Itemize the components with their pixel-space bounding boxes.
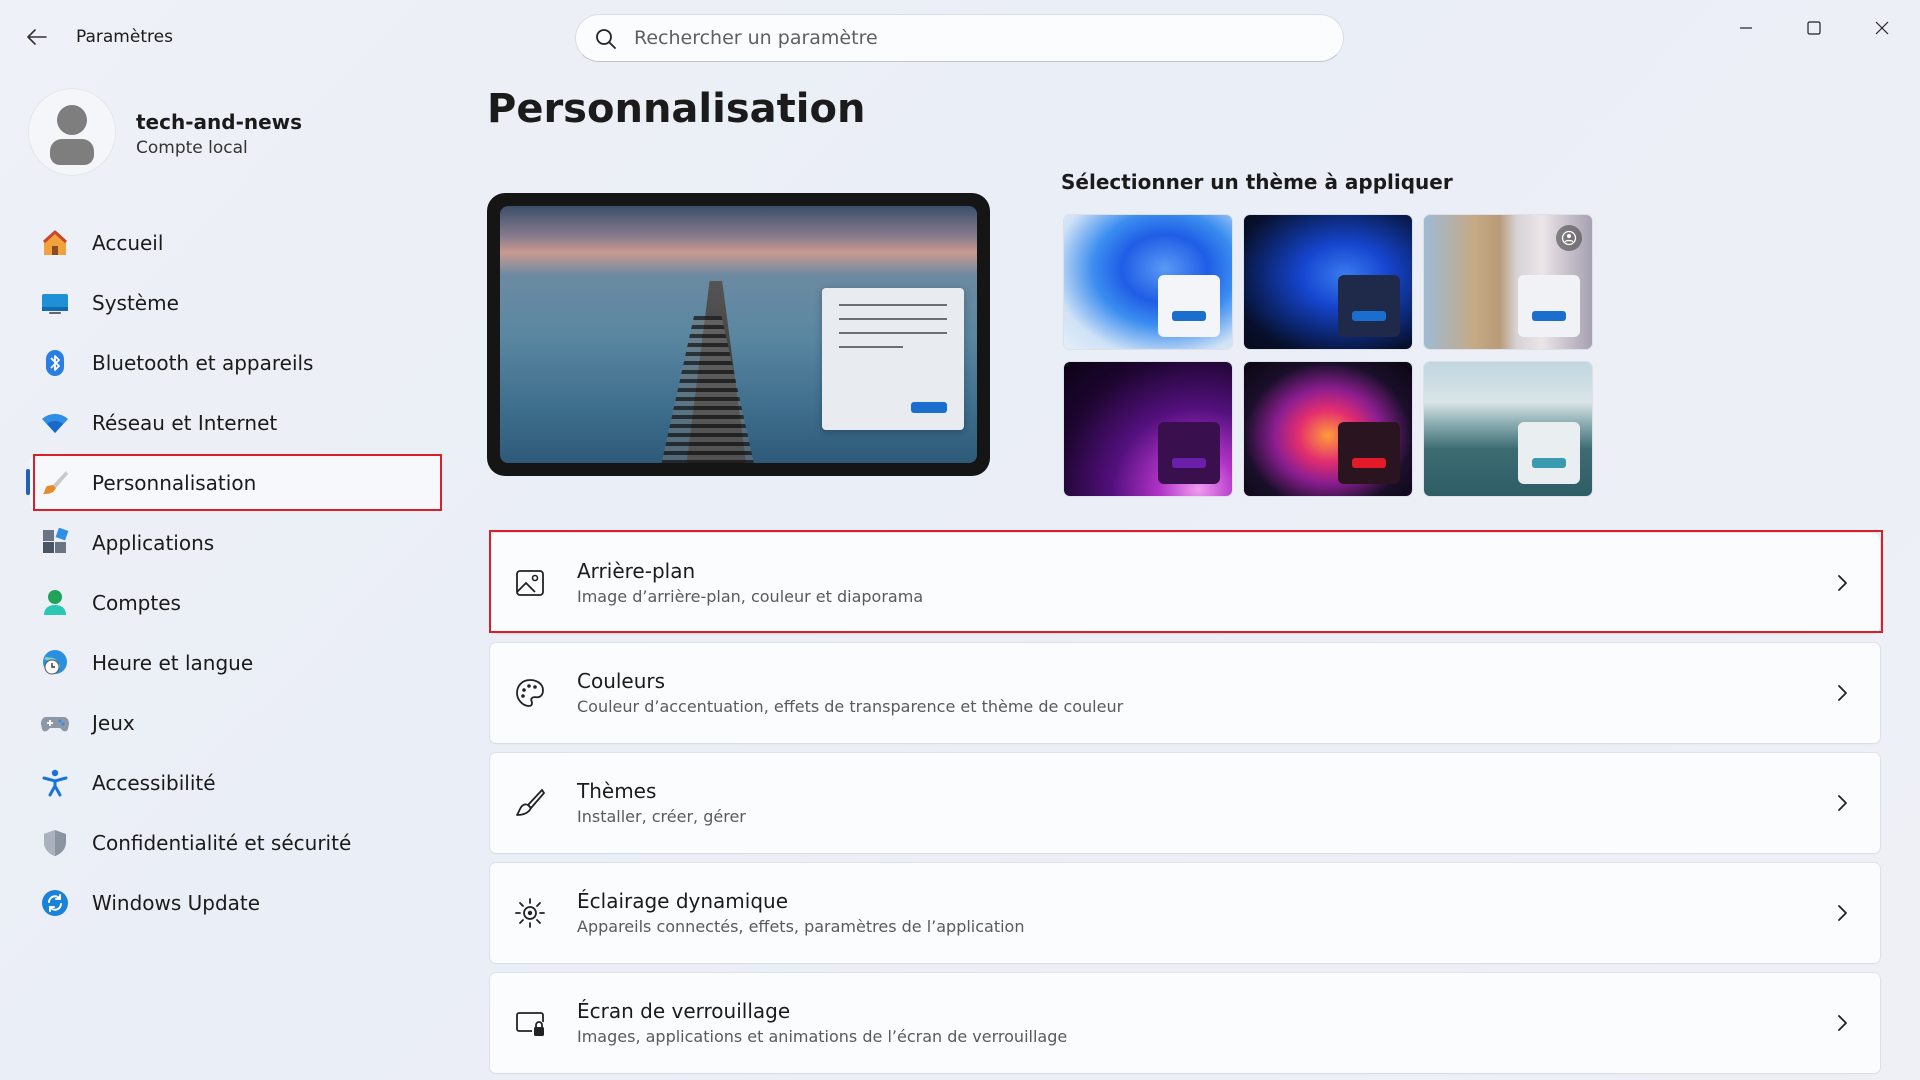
sidebar-item-label: Bluetooth et appareils — [92, 351, 314, 375]
spotlight-icon — [1556, 225, 1582, 251]
theme-captured-motion[interactable] — [1244, 362, 1412, 496]
chevron-right-icon — [1838, 905, 1847, 921]
settings-cards: Arrière-plan Image d’arrière-plan, coule… — [490, 533, 1880, 1080]
sidebar-item-label: Accessibilité — [92, 771, 216, 795]
minimize-button[interactable] — [1718, 8, 1774, 48]
sidebar-item-reseau[interactable]: Réseau et Internet — [30, 394, 442, 450]
theme-glow[interactable] — [1064, 362, 1232, 496]
theme-windows-light[interactable] — [1064, 215, 1232, 349]
card-ecran-verrouillage[interactable]: Écran de verrouillage Images, applicatio… — [490, 973, 1880, 1073]
minimize-icon — [1740, 27, 1752, 29]
card-title: Écran de verrouillage — [577, 999, 791, 1023]
chevron-right-icon — [1838, 685, 1847, 701]
sidebar-item-label: Réseau et Internet — [92, 411, 278, 435]
search-icon — [596, 29, 616, 49]
card-title: Arrière-plan — [577, 559, 696, 583]
card-subtitle: Images, applications et animations de l’… — [577, 1027, 1068, 1046]
apps-icon — [43, 528, 69, 553]
chevron-right-icon — [1838, 795, 1847, 811]
sidebar-item-label: Accueil — [92, 231, 164, 255]
theme-grid — [1064, 215, 1592, 497]
preview-window-mock — [822, 288, 964, 430]
card-title: Couleurs — [577, 669, 666, 693]
home-icon — [42, 230, 68, 255]
sidebar-item-label: Comptes — [92, 591, 181, 615]
back-button[interactable] — [20, 20, 54, 54]
card-themes[interactable]: Thèmes Installer, créer, gérer — [490, 753, 1880, 853]
close-button[interactable] — [1854, 8, 1910, 48]
title-bar: Paramètres — [0, 0, 1920, 76]
sidebar-item-heure-langue[interactable]: Heure et langue — [30, 634, 442, 690]
sidebar-item-systeme[interactable]: Système — [30, 274, 442, 330]
sidebar-nav: Accueil Système Bluetooth et appareils R… — [26, 214, 442, 934]
sidebar-item-confidentialite[interactable]: Confidentialité et sécurité — [30, 814, 442, 870]
themes-heading: Sélectionner un thème à appliquer — [1061, 170, 1453, 194]
profile-name: tech-and-news — [136, 110, 303, 134]
globe-clock-icon — [43, 650, 67, 675]
card-subtitle: Appareils connectés, effets, paramètres … — [577, 917, 1025, 936]
theme-flow[interactable] — [1424, 362, 1592, 496]
card-subtitle: Couleur d’accentuation, effets de transp… — [577, 697, 1124, 716]
card-title: Thèmes — [577, 779, 657, 803]
theme-spotlight[interactable] — [1424, 215, 1592, 349]
close-icon — [1875, 21, 1889, 35]
card-couleurs[interactable]: Couleurs Couleur d’accentuation, effets … — [490, 643, 1880, 743]
shield-icon — [44, 830, 66, 856]
theme-preview — [487, 193, 990, 476]
card-subtitle: Installer, créer, gérer — [577, 807, 746, 826]
person-icon — [44, 590, 66, 615]
update-icon — [42, 890, 68, 916]
sidebar-item-label: Applications — [92, 531, 215, 555]
sidebar-item-label: Jeux — [92, 711, 135, 735]
profile-account-type: Compte local — [136, 138, 248, 158]
sidebar-item-label: Système — [92, 291, 179, 315]
settings-window: Paramètres tech-and-news Compte local — [0, 0, 1920, 1080]
card-subtitle: Image d’arrière-plan, couleur et diapora… — [577, 587, 924, 606]
card-arriere-plan[interactable]: Arrière-plan Image d’arrière-plan, coule… — [490, 533, 1880, 633]
accessibility-icon — [42, 769, 68, 797]
page-title: Personnalisation — [487, 86, 866, 132]
sidebar-item-accessibilite[interactable]: Accessibilité — [30, 754, 442, 810]
search-box[interactable] — [575, 14, 1344, 62]
card-title: Éclairage dynamique — [577, 889, 789, 913]
chevron-right-icon — [1838, 1015, 1847, 1031]
app-title: Paramètres — [76, 27, 173, 47]
sidebar-item-comptes[interactable]: Comptes — [30, 574, 442, 630]
monitor-icon — [42, 294, 68, 314]
avatar — [28, 88, 116, 176]
brush-icon — [516, 789, 545, 816]
palette-icon — [516, 679, 544, 707]
sidebar-item-applications[interactable]: Applications — [30, 514, 442, 570]
wallpaper-preview — [500, 206, 977, 463]
sidebar-item-bluetooth[interactable]: Bluetooth et appareils — [30, 334, 442, 390]
image-icon — [516, 570, 544, 596]
user-profile[interactable]: tech-and-news Compte local — [28, 88, 428, 180]
bluetooth-icon — [46, 350, 64, 376]
card-eclairage-dynamique[interactable]: Éclairage dynamique Appareils connectés,… — [490, 863, 1880, 963]
lighting-icon — [515, 898, 545, 928]
chevron-right-icon — [1838, 575, 1847, 591]
gamepad-icon — [41, 717, 69, 732]
sidebar-item-accueil[interactable]: Accueil — [30, 214, 442, 270]
search-input[interactable] — [634, 23, 1314, 53]
wifi-icon — [42, 413, 68, 433]
brush-icon — [43, 471, 68, 494]
theme-windows-dark[interactable] — [1244, 215, 1412, 349]
sidebar-item-jeux[interactable]: Jeux — [30, 694, 442, 750]
sidebar-item-label: Confidentialité et sécurité — [92, 831, 352, 855]
sidebar-item-label: Personnalisation — [92, 471, 257, 495]
arrow-left-icon — [27, 29, 47, 45]
sidebar-item-label: Windows Update — [92, 891, 261, 915]
sidebar-item-windows-update[interactable]: Windows Update — [30, 874, 442, 930]
sidebar-item-label: Heure et langue — [92, 651, 254, 675]
maximize-icon — [1807, 21, 1821, 35]
maximize-button[interactable] — [1786, 8, 1842, 48]
sidebar-item-personnalisation[interactable]: Personnalisation — [26, 454, 442, 510]
lock-screen-icon — [516, 1012, 544, 1036]
